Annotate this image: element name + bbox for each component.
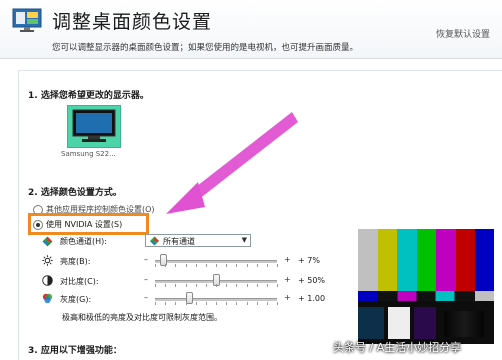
slider-tick bbox=[195, 264, 197, 267]
slider-tick bbox=[216, 284, 217, 287]
slider-tick bbox=[246, 302, 248, 305]
slider-tick bbox=[165, 284, 167, 287]
annotation-arrow-icon bbox=[166, 112, 298, 214]
slider-tick bbox=[175, 302, 177, 305]
slider-tick bbox=[246, 284, 248, 287]
slider-tick bbox=[246, 264, 248, 267]
slider-tick bbox=[266, 284, 268, 287]
slider-tick bbox=[266, 302, 268, 305]
slider-tick bbox=[236, 284, 238, 287]
slider-tick bbox=[185, 284, 187, 287]
slider-tick bbox=[185, 264, 187, 267]
slider-tick bbox=[205, 264, 207, 267]
slider-tick bbox=[226, 284, 228, 287]
slider-tick bbox=[165, 264, 167, 267]
slider-tick bbox=[236, 264, 238, 267]
slider-tick bbox=[205, 302, 207, 305]
slider-tick bbox=[155, 264, 156, 267]
slider-tick bbox=[226, 264, 228, 267]
slider-tick bbox=[175, 264, 177, 267]
slider-tick bbox=[216, 302, 217, 305]
slider-tick bbox=[266, 264, 268, 267]
slider-tick bbox=[277, 302, 278, 305]
slider-tick bbox=[155, 284, 156, 287]
slider-tick bbox=[277, 264, 278, 267]
slider-tick bbox=[226, 302, 228, 305]
slider-tick bbox=[277, 284, 278, 287]
slider-tick bbox=[256, 284, 258, 287]
slider-tick bbox=[185, 302, 187, 305]
slider-tick bbox=[165, 302, 167, 305]
slider-tick bbox=[256, 264, 258, 267]
slider-tick bbox=[205, 284, 207, 287]
slider-tick bbox=[155, 302, 156, 305]
slider-tick bbox=[195, 284, 197, 287]
slider-tick bbox=[256, 302, 258, 305]
slider-tick bbox=[175, 284, 177, 287]
slider-tick bbox=[195, 302, 197, 305]
watermark-text: 头条号 / A生活小妙招分享 bbox=[333, 341, 462, 354]
slider-tick bbox=[236, 302, 238, 305]
slider-tick bbox=[216, 264, 217, 267]
